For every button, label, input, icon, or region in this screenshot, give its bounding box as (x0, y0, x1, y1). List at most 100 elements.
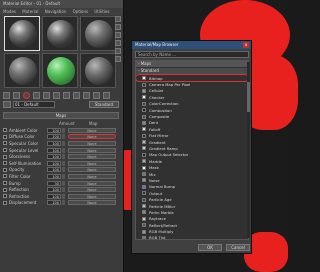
eyedropper-icon[interactable] (3, 101, 11, 108)
map-slot-button[interactable]: None (68, 187, 116, 193)
sample-slot[interactable] (42, 53, 78, 88)
amount-spinner[interactable] (62, 193, 65, 199)
map-enable-checkbox[interactable] (3, 128, 7, 133)
map-enable-checkbox[interactable] (3, 161, 7, 166)
map-slot-button[interactable]: None (68, 167, 116, 173)
amount-spinner[interactable] (62, 147, 65, 153)
scrollbar-thumb[interactable] (247, 82, 250, 112)
put-to-library-icon[interactable] (63, 92, 70, 99)
sample-type-icon[interactable] (115, 16, 121, 22)
material-type-button[interactable]: Standard (89, 101, 119, 108)
amount-spinner[interactable] (62, 200, 65, 206)
map-enable-checkbox[interactable] (3, 141, 7, 146)
map-amount-field[interactable]: 100 (47, 193, 61, 199)
map-amount-field[interactable]: 100 (47, 127, 61, 133)
sample-slot[interactable] (4, 53, 40, 88)
map-slot-button[interactable]: None (68, 173, 116, 179)
close-icon[interactable]: x (243, 42, 249, 48)
map-slot-button[interactable]: None (68, 154, 116, 160)
sample-slot[interactable] (4, 16, 40, 51)
amount-spinner[interactable] (62, 134, 65, 140)
map-slot-button[interactable]: None (68, 134, 116, 140)
map-thumbnail-icon (142, 127, 146, 132)
material-id-icon[interactable] (73, 92, 80, 99)
map-amount-field[interactable]: 30 (47, 180, 61, 186)
category-standard[interactable]: - Standard (136, 68, 248, 74)
map-enable-checkbox[interactable] (3, 167, 7, 172)
map-item-label: RGB Tint (149, 235, 166, 240)
map-slot-button[interactable]: None (68, 160, 116, 166)
make-unique-icon[interactable] (53, 92, 60, 99)
map-enable-checkbox[interactable] (3, 187, 7, 192)
map-name: Specular Color (9, 140, 39, 146)
map-amount-field[interactable]: 100 (47, 187, 61, 193)
map-slot-button[interactable]: None (68, 140, 116, 146)
map-item-label: Output (149, 190, 163, 196)
material-sphere (85, 57, 113, 85)
map-thumbnail-icon (142, 76, 146, 81)
put-to-scene-icon[interactable] (13, 92, 20, 99)
make-copy-icon[interactable] (43, 92, 50, 99)
sample-slot[interactable] (80, 53, 116, 88)
map-slot-button[interactable]: None (68, 200, 116, 206)
map-amount-field[interactable]: 100 (47, 140, 61, 146)
map-amount-field[interactable]: 100 (47, 154, 61, 160)
map-slot-button[interactable]: None (68, 180, 116, 186)
background-icon[interactable] (115, 32, 121, 38)
map-row: Specular Level 100 None (3, 147, 119, 154)
amount-spinner[interactable] (62, 180, 65, 186)
map-amount-field[interactable]: 100 (47, 167, 61, 173)
show-end-result-icon[interactable] (93, 92, 100, 99)
video-check-icon[interactable] (115, 48, 121, 54)
map-enable-checkbox[interactable] (3, 154, 7, 159)
map-amount-field[interactable]: 100 (47, 147, 61, 153)
category-maps[interactable]: - Maps (136, 61, 248, 67)
map-enable-checkbox[interactable] (3, 200, 7, 205)
assign-material-icon[interactable] (23, 92, 30, 99)
amount-spinner[interactable] (62, 154, 65, 160)
map-amount-field[interactable]: 100 (47, 134, 61, 140)
amount-spinner[interactable] (62, 173, 65, 179)
maps-rollout-header[interactable]: Maps (3, 112, 119, 119)
map-amount-field[interactable]: 100 (47, 160, 61, 166)
go-to-parent-icon[interactable] (103, 92, 110, 99)
map-name: Displacement (9, 200, 37, 206)
map-amount-field[interactable]: 100 (47, 200, 61, 206)
amount-spinner[interactable] (62, 187, 65, 193)
amount-spinner[interactable] (62, 140, 65, 146)
menu-modes[interactable]: Modes (3, 9, 16, 14)
sample-slot[interactable] (80, 16, 116, 51)
map-slot-button[interactable]: None (68, 193, 116, 199)
get-material-icon[interactable] (3, 92, 10, 99)
menu-material[interactable]: Material (22, 9, 38, 14)
sample-slot[interactable] (42, 16, 78, 51)
map-enable-checkbox[interactable] (3, 148, 7, 153)
map-enable-checkbox[interactable] (3, 134, 7, 139)
map-amount-field[interactable]: 100 (47, 173, 61, 179)
map-enable-checkbox[interactable] (3, 181, 7, 186)
map-enable-checkbox[interactable] (3, 194, 7, 199)
backlight-icon[interactable] (115, 24, 121, 30)
map-slot-button[interactable]: None (68, 127, 116, 133)
browser-map-item[interactable]: RGB Tint (136, 235, 248, 240)
amount-spinner[interactable] (62, 167, 65, 173)
map-slot-button[interactable]: None (68, 147, 116, 153)
map-thumbnail-icon (142, 95, 146, 100)
menu-options[interactable]: Options (73, 9, 88, 14)
reset-map-icon[interactable] (33, 92, 40, 99)
scrollbar[interactable] (247, 62, 250, 238)
show-map-icon[interactable] (83, 92, 90, 99)
menu-utilities[interactable]: Utilities (94, 9, 109, 14)
amount-spinner[interactable] (62, 127, 65, 133)
material-name-field[interactable]: 01 - Default (13, 101, 55, 108)
map-thumbnail-icon (142, 184, 146, 189)
cancel-button[interactable]: Cancel (226, 244, 250, 251)
menu-navigation[interactable]: Navigation (45, 9, 67, 14)
amount-spinner[interactable] (62, 160, 65, 166)
material-map-browser: Material/Map Browser x Search by Name ..… (131, 40, 252, 254)
uv-tiling-icon[interactable] (115, 40, 121, 46)
ok-button[interactable]: OK (198, 244, 222, 251)
map-enable-checkbox[interactable] (3, 174, 7, 179)
search-input[interactable]: Search by Name ... (135, 51, 249, 58)
options-icon[interactable] (115, 56, 121, 62)
